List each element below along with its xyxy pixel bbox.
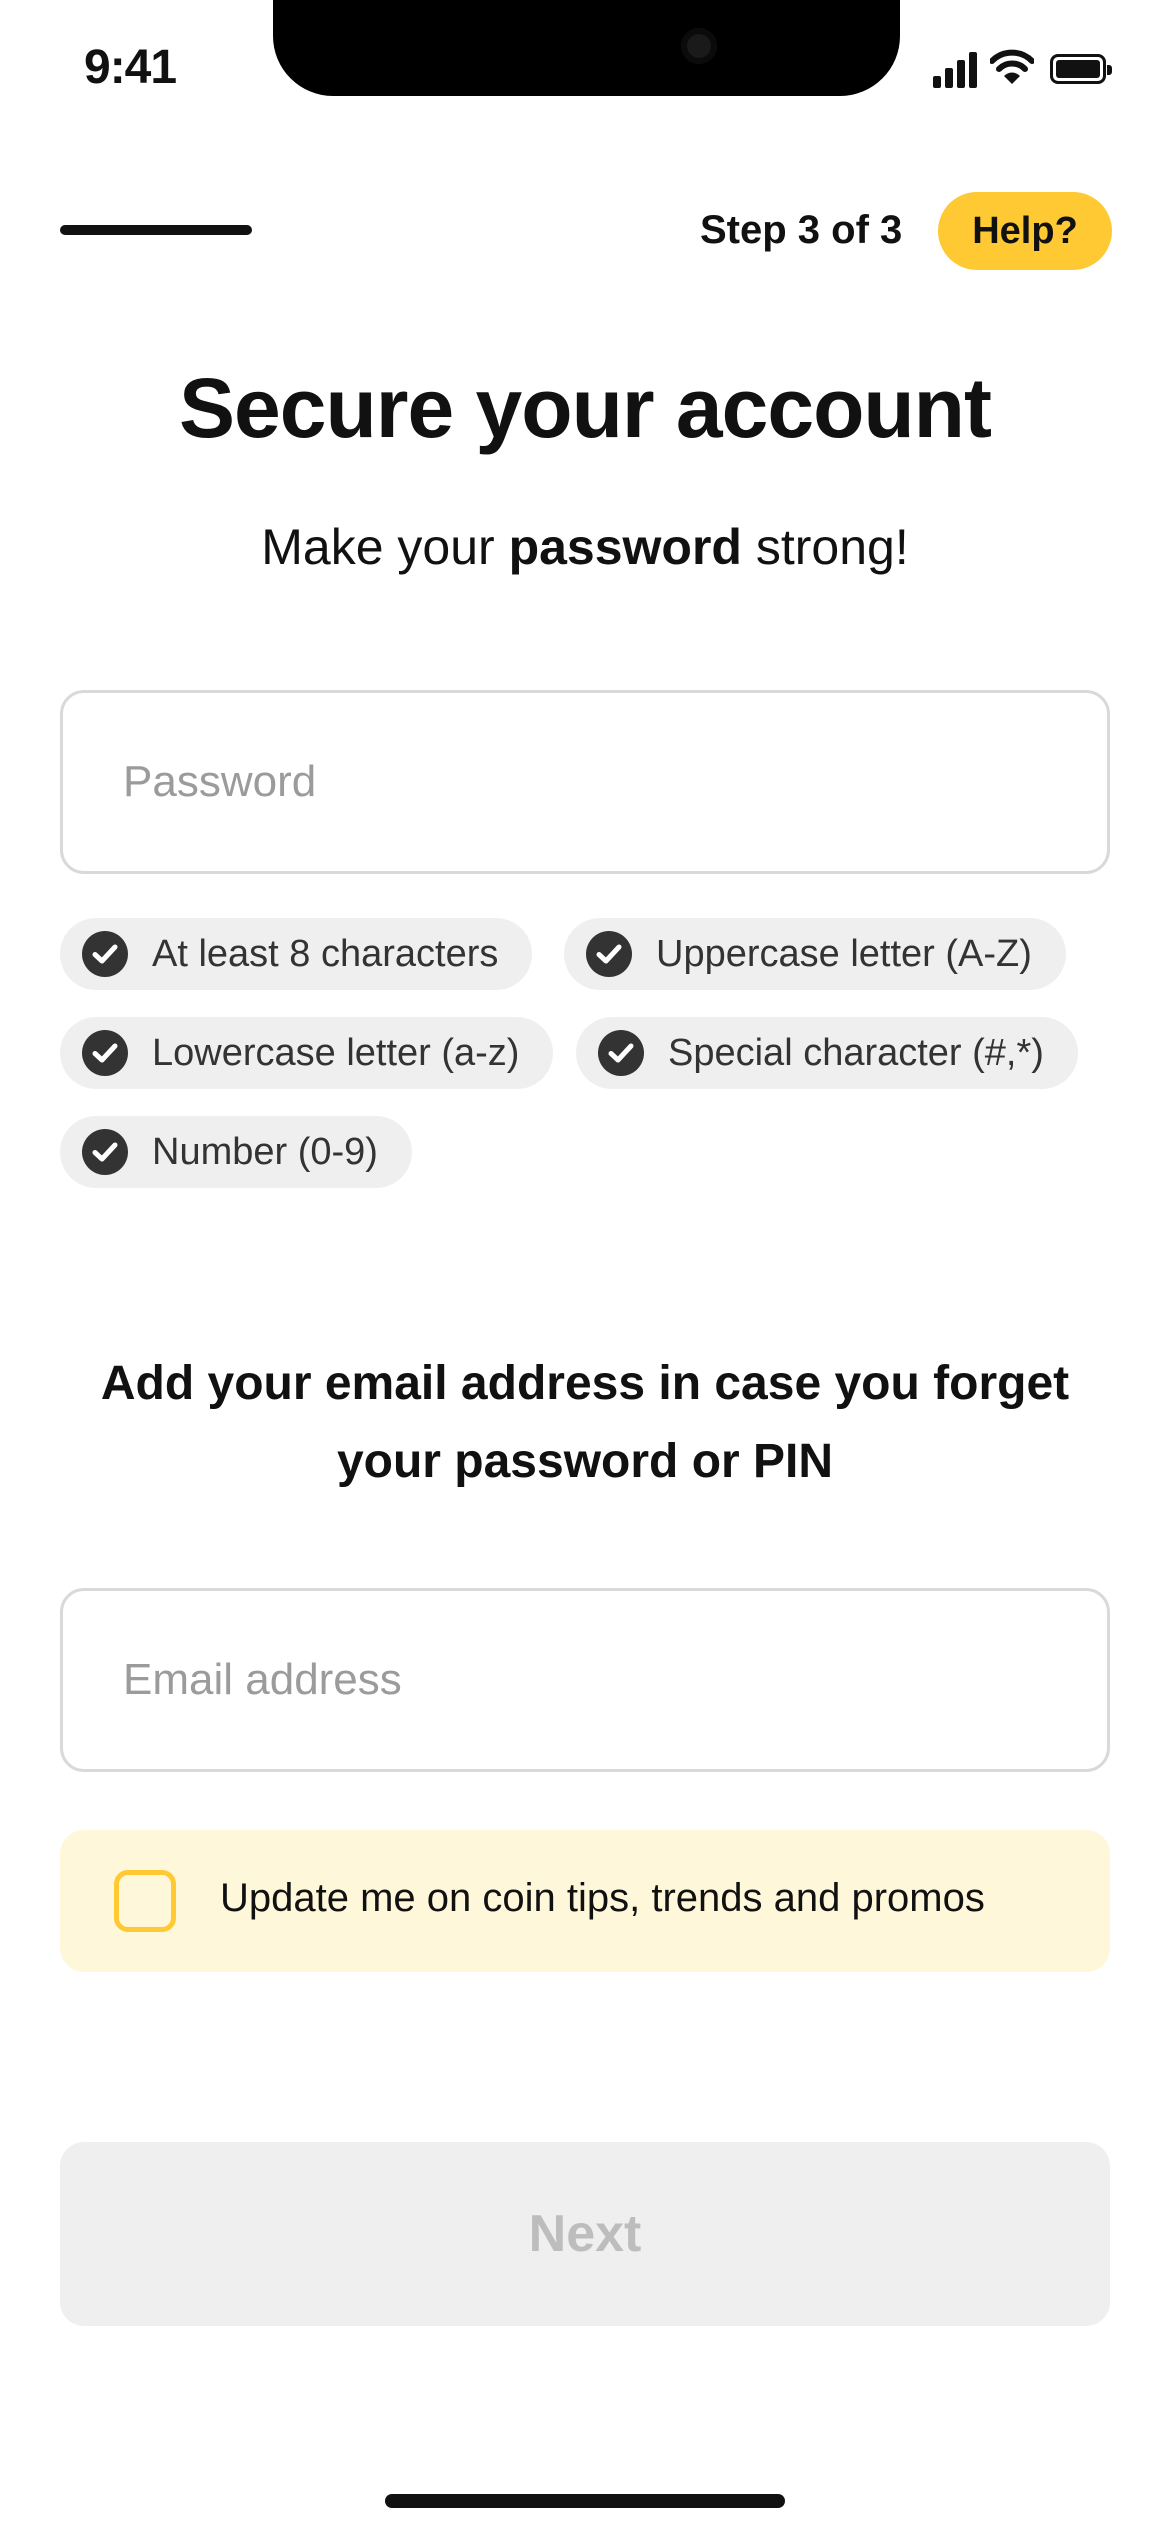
requirement-label: Number (0-9) [152, 1130, 378, 1173]
requirement-chip-uppercase: Uppercase letter (A-Z) [564, 918, 1066, 990]
requirement-chip-special: Special character (#,*) [576, 1017, 1078, 1089]
subtitle-prefix: Make your [261, 519, 509, 575]
check-circle-icon [82, 1030, 128, 1076]
check-circle-icon [598, 1030, 644, 1076]
subtitle-suffix: strong! [741, 519, 909, 575]
page-subtitle: Make your password strong! [0, 518, 1170, 576]
optin-checkbox[interactable] [114, 1870, 176, 1932]
step-indicator: Step 3 of 3 [700, 208, 903, 252]
requirement-label: Special character (#,*) [668, 1031, 1044, 1074]
password-input[interactable] [60, 690, 1110, 874]
requirement-label: Uppercase letter (A-Z) [656, 932, 1032, 975]
home-indicator [385, 2494, 785, 2508]
camera-icon [681, 28, 717, 64]
check-circle-icon [586, 931, 632, 977]
email-input[interactable] [60, 1588, 1110, 1772]
help-button[interactable]: Help? [938, 192, 1112, 270]
battery-icon [1050, 54, 1112, 84]
device-notch [273, 0, 900, 96]
requirement-chip-number: Number (0-9) [60, 1116, 412, 1188]
requirement-label: At least 8 characters [152, 932, 499, 975]
requirement-label: Lowercase letter (a-z) [152, 1031, 520, 1074]
next-button[interactable]: Next [60, 2142, 1110, 2326]
check-circle-icon [82, 931, 128, 977]
progress-bar [60, 225, 252, 235]
marketing-optin[interactable]: Update me on coin tips, trends and promo… [60, 1830, 1110, 1972]
page-title: Secure your account [179, 361, 992, 455]
status-time: 9:41 [84, 41, 177, 94]
optin-label: Update me on coin tips, trends and promo… [220, 1876, 985, 1920]
wifi-icon [989, 48, 1035, 86]
email-heading: Add your email address in case you forge… [100, 1357, 1070, 1488]
subtitle-bold: password [508, 519, 742, 575]
signal-icon [933, 50, 977, 88]
requirement-chip-length: At least 8 characters [60, 918, 533, 990]
requirement-chip-lowercase: Lowercase letter (a-z) [60, 1017, 554, 1089]
check-circle-icon [82, 1129, 128, 1175]
